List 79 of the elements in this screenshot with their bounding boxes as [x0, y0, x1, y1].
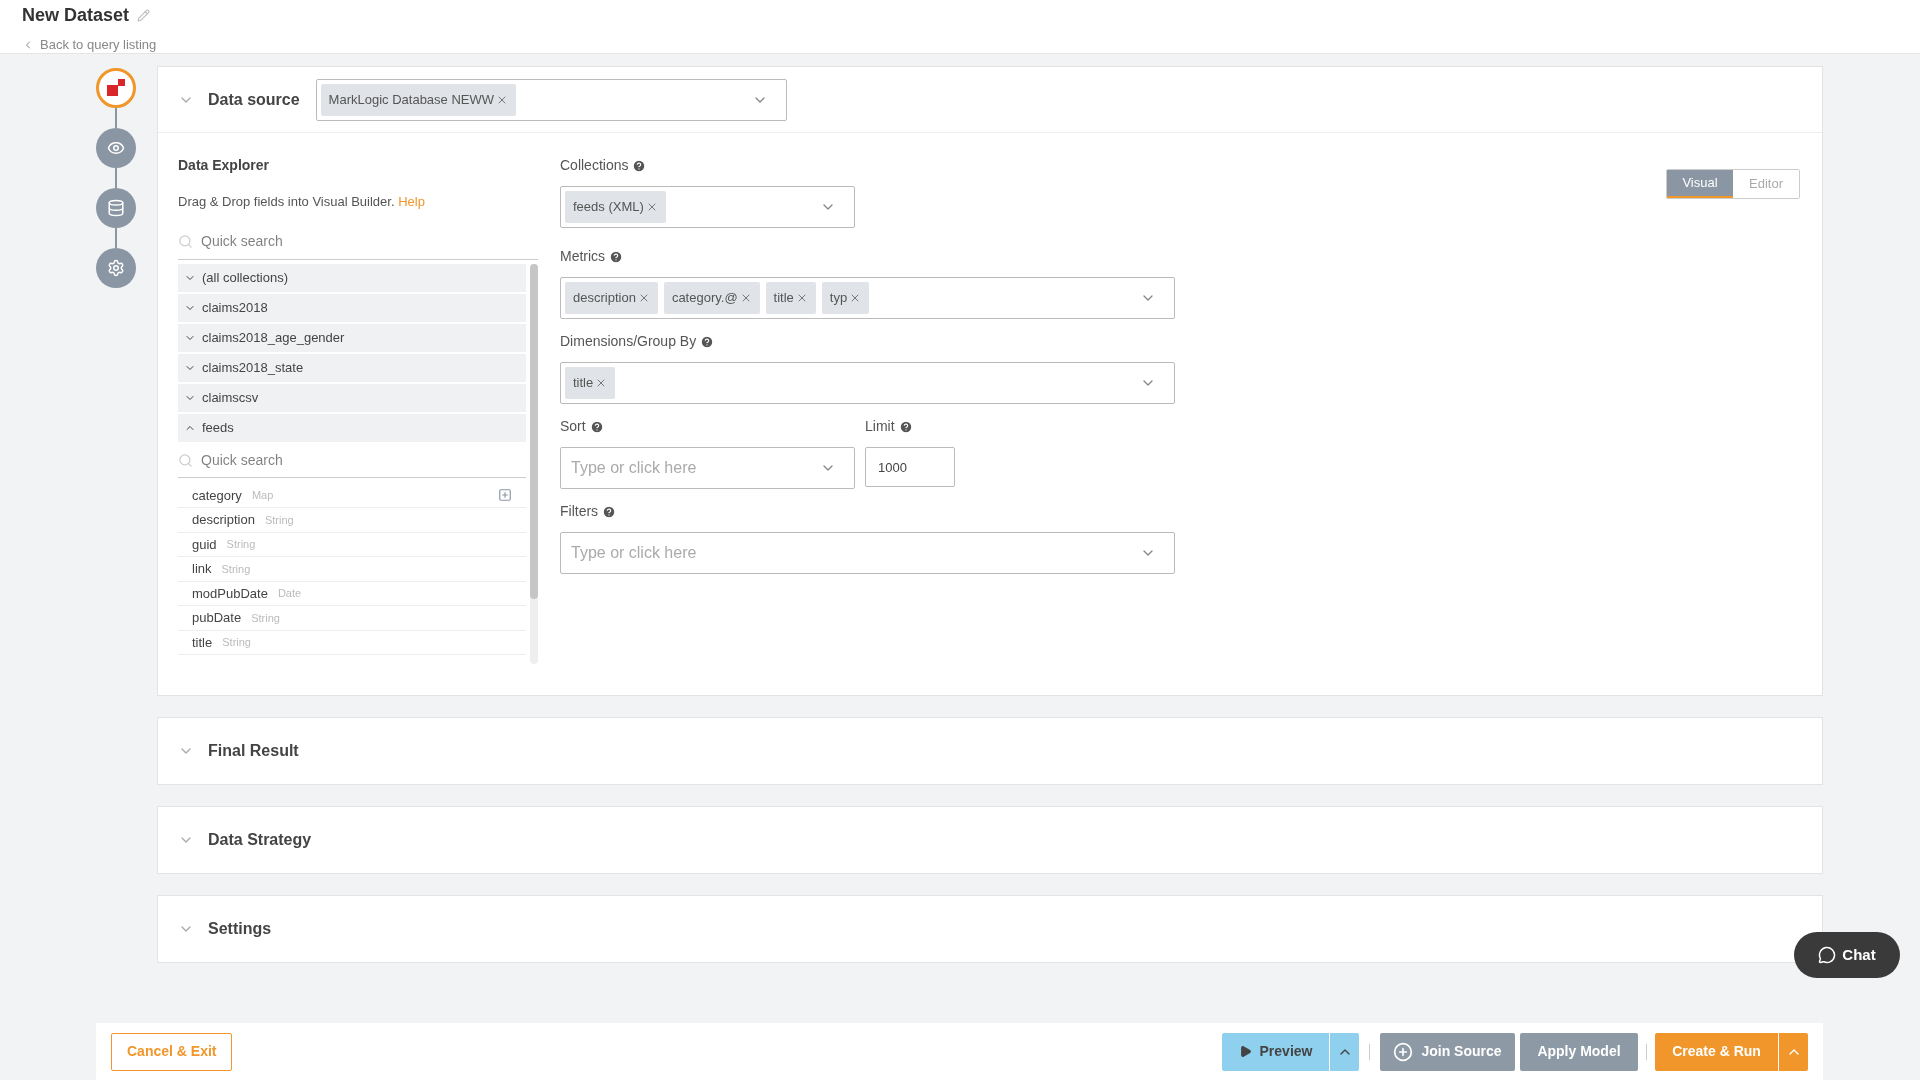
- logo-icon: [104, 77, 127, 99]
- help-icon[interactable]: [632, 158, 647, 173]
- help-icon[interactable]: [898, 419, 913, 434]
- search-field[interactable]: Quick search: [201, 230, 538, 252]
- field-label: Dimensions/Group By: [560, 332, 697, 351]
- eye-icon: [106, 139, 125, 157]
- section-title: Data Strategy: [208, 830, 312, 850]
- search-field[interactable]: Quick search: [201, 449, 526, 471]
- tag-chip: title: [565, 367, 616, 399]
- field-type: Date: [277, 586, 302, 601]
- scrollbar[interactable]: [530, 263, 538, 664]
- field-name[interactable]: category: [192, 485, 242, 505]
- collection-row[interactable]: claimscsv: [178, 383, 526, 412]
- section-title: Final Result: [208, 741, 299, 761]
- tag-chip: description: [565, 282, 658, 314]
- tag-chip: typ: [821, 282, 870, 314]
- section-card[interactable]: Data Strategy: [157, 806, 1823, 874]
- panel-title: Data Explorer: [178, 156, 271, 175]
- field-type: String: [251, 610, 280, 626]
- expand-button[interactable]: [1329, 1032, 1359, 1071]
- settings-icon: [106, 259, 125, 277]
- tag-chip: feeds (XML): [565, 191, 666, 223]
- placeholder-text: Type or click here: [571, 543, 697, 563]
- chat-bubble-icon: [1818, 946, 1837, 964]
- page-title: New Dataset: [22, 4, 130, 27]
- field-label: Collections: [560, 156, 629, 175]
- field-type: String: [221, 561, 251, 577]
- section-card[interactable]: Final Result: [157, 717, 1823, 785]
- field-name[interactable]: pubDate: [192, 608, 242, 628]
- plus-circle-icon: [1393, 1041, 1414, 1062]
- tag-chip: category.@: [663, 282, 760, 314]
- field-name[interactable]: guid: [192, 534, 217, 554]
- field-type: String: [222, 635, 251, 650]
- section-title: Data source: [208, 89, 300, 110]
- collection-row[interactable]: claims2018: [178, 293, 526, 322]
- tag-chip: MarkLogic Database NEWW: [320, 83, 517, 116]
- field-label: Filters: [560, 502, 599, 521]
- database-icon: [106, 199, 125, 217]
- placeholder-text: Type or click here: [571, 458, 697, 478]
- field-name[interactable]: modPubDate: [192, 583, 268, 603]
- select-field[interactable]: feeds (XML): [560, 186, 855, 228]
- play-icon: [1238, 1045, 1252, 1058]
- collection-row[interactable]: claims2018_age_gender: [178, 323, 526, 352]
- collection-row[interactable]: (all collections): [178, 263, 526, 292]
- search-icon: [178, 452, 193, 468]
- back-link[interactable]: Back to query listing: [22, 35, 1898, 55]
- select-field[interactable]: description category.@ title typ: [560, 277, 1175, 319]
- field-type: String: [264, 512, 294, 528]
- select-field[interactable]: MarkLogic Database NEWW: [315, 78, 787, 121]
- field-label: Metrics: [560, 247, 606, 266]
- add-icon[interactable]: [498, 488, 512, 503]
- tag-chip: title: [765, 282, 816, 314]
- expand-button[interactable]: [1778, 1032, 1808, 1071]
- field-label: Limit: [865, 417, 895, 436]
- hint-text: Drag & Drop fields into Visual Builder. Help: [178, 193, 426, 211]
- field-name[interactable]: link: [192, 559, 212, 579]
- select-field[interactable]: title: [560, 362, 1175, 404]
- help-icon[interactable]: [602, 504, 617, 519]
- collection-row[interactable]: claims2018_state: [178, 353, 526, 382]
- help-icon[interactable]: [609, 249, 624, 264]
- section-title: Settings: [208, 919, 272, 939]
- step-button[interactable]: [95, 128, 136, 168]
- help-icon[interactable]: [700, 334, 715, 349]
- field-name[interactable]: description: [192, 510, 255, 530]
- edit-icon[interactable]: [137, 9, 151, 22]
- step-button[interactable]: [95, 188, 136, 228]
- field-type: Map: [251, 488, 274, 503]
- preview-button[interactable]: Preview: [1222, 1032, 1329, 1071]
- field-type: String: [226, 537, 256, 552]
- field-label: Sort: [560, 417, 586, 436]
- help-icon[interactable]: [589, 419, 604, 434]
- limit-field[interactable]: 1000: [865, 447, 955, 487]
- step-button[interactable]: [95, 68, 136, 108]
- step-button[interactable]: [95, 248, 136, 288]
- search-icon: [178, 233, 193, 249]
- field-name[interactable]: title: [192, 632, 213, 652]
- collection-row[interactable]: feeds: [178, 413, 526, 442]
- chat-button[interactable]: Chat: [1794, 932, 1900, 978]
- section-card[interactable]: Settings: [157, 895, 1823, 963]
